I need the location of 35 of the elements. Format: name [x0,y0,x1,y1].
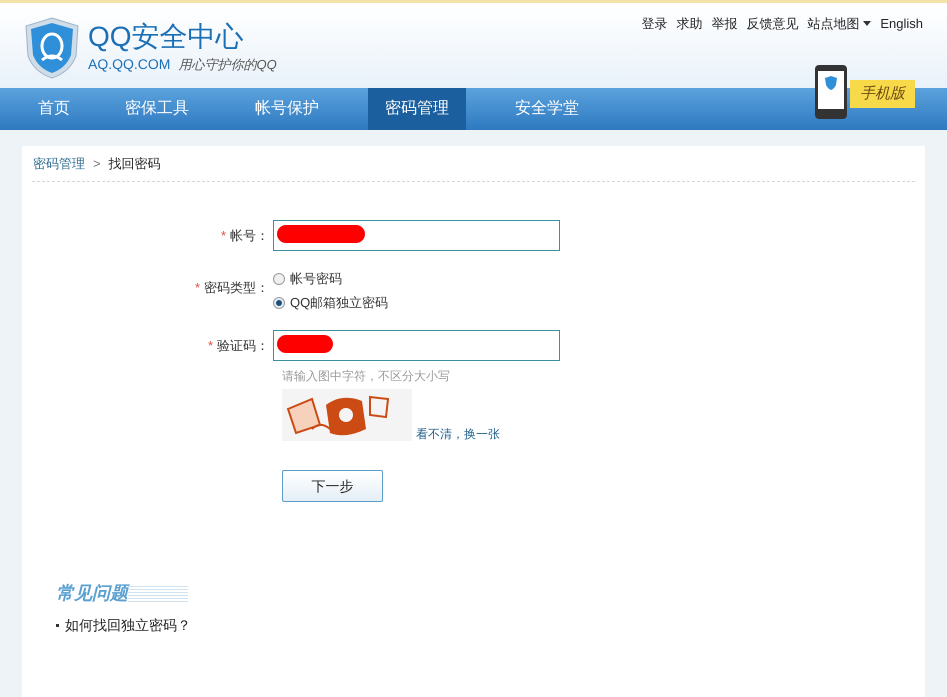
mobile-version-badge[interactable]: 手机版 [850,80,915,108]
top-link[interactable]: 反馈意见 [746,14,798,34]
top-link[interactable]: 求助 [676,14,702,34]
field-label: 验证码： [217,336,269,355]
next-button[interactable]: 下一步 [282,470,383,502]
radio-option[interactable]: QQ邮箱独立密码 [273,293,388,312]
faq-link[interactable]: 如何找回独立密码？ [56,615,915,636]
refresh-captcha-link[interactable]: 看不清，换一张 [416,425,500,443]
radio-button[interactable] [273,272,285,284]
breadcrumb-current: 找回密码 [108,154,161,173]
faq-heading: 常见问题 [56,582,128,605]
top-link[interactable]: 举报 [711,14,738,34]
logo-slogan: 用心守护你的QQ [178,56,277,74]
phone-icon [814,64,848,120]
breadcrumb-separator: > [93,154,101,173]
radio-button[interactable] [273,296,285,308]
shield-logo-icon [24,16,80,80]
nav-tab[interactable]: 密码管理 [368,88,466,130]
account-field[interactable] [273,220,560,251]
logo-title: QQ安全中心 [88,20,245,54]
field-label: 密码类型： [204,279,269,298]
captcha-hint: 请输入图中字符，不区分大小写 [282,368,451,385]
field-label: 帐号： [230,226,269,245]
redaction-mark [277,334,333,354]
top-link[interactable]: 登录 [641,14,668,34]
caret-icon [863,21,872,26]
logo-domain: AQ.QQ.COM [88,55,170,74]
site-map-dropdown[interactable]: 站点地图 [807,14,872,34]
required-mark: * [208,336,213,355]
required-mark: * [194,279,200,298]
captcha-field[interactable] [273,330,560,361]
required-mark: * [220,226,226,245]
breadcrumb-link[interactable]: 密码管理 [33,154,85,174]
top-link[interactable]: English [880,14,923,34]
radio-option[interactable]: 帐号密码 [273,269,388,288]
